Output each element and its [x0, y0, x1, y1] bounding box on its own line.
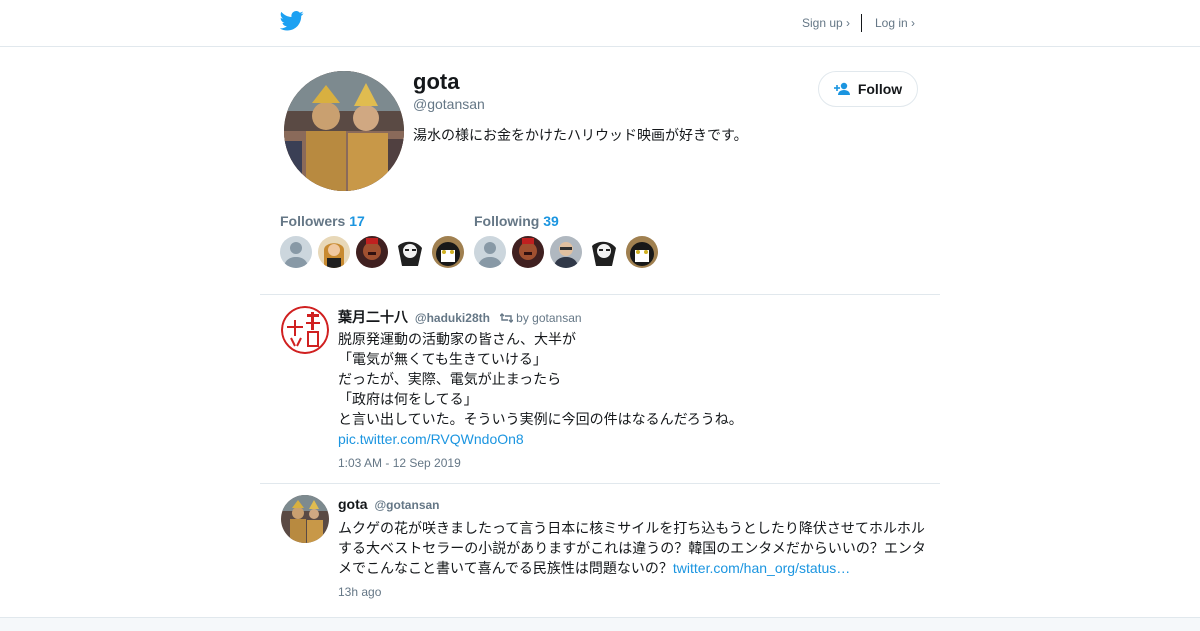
follower-avatar[interactable]	[280, 236, 312, 268]
footer-strip	[0, 617, 1200, 631]
retweet-by-label: by gotansan	[516, 311, 582, 325]
tweet-header: 葉月二十八 @haduki28th by gotansan	[338, 307, 582, 327]
tweet-line: 「政府は何をしてる」	[338, 391, 478, 407]
tweet-line: する大ベストセラーの小説がありますがこれは違うの？韓国のエンタメだからいいの？エ…	[338, 540, 926, 556]
tweet-status-link[interactable]: twitter.com/han_org/status…	[673, 560, 850, 576]
follow-button[interactable]: Follow	[818, 71, 918, 107]
tweet-line: ムクゲの花が咲きましたって言う日本に核ミサイルを打ち込もうとしたり降伏させてホル…	[338, 520, 925, 536]
tweet-author-name[interactable]: 葉月二十八	[338, 309, 408, 325]
tweet-author-name[interactable]: gota	[338, 496, 368, 512]
top-bar: Sign up › Log in ›	[0, 0, 1200, 47]
retweet-indicator: by gotansan	[499, 311, 582, 325]
tweet-timestamp[interactable]: 1:03 AM - 12 Sep 2019	[338, 456, 461, 470]
profile-name: gota	[413, 69, 460, 94]
sign-up-link[interactable]: Sign up ›	[802, 16, 850, 30]
add-user-icon	[833, 82, 850, 95]
follower-avatar[interactable]	[432, 236, 464, 268]
followers-stat[interactable]: Followers 17	[280, 213, 365, 229]
tweet-line: メでこんなこと書いて喜んでる民族性は問題ないの？twitter.com/han_…	[338, 558, 926, 578]
tweet-media-link[interactable]: pic.twitter.com/RVQWndoOn8	[338, 429, 743, 449]
tweet-line: 「電気が無くても生きていける」	[338, 351, 547, 367]
tweet-line: 脱原発運動の活動家の皆さん、大半が	[338, 331, 576, 347]
following-stat[interactable]: Following 39	[474, 213, 559, 229]
tweet-text: ムクゲの花が咲きましたって言う日本に核ミサイルを打ち込もうとしたり降伏させてホル…	[338, 518, 926, 578]
tweet-line-text: メでこんなこと書いて喜んでる民族性は問題ないの？	[338, 560, 673, 576]
nav-divider	[861, 14, 862, 32]
tweet-avatar[interactable]	[281, 306, 329, 354]
following-avatar[interactable]	[626, 236, 658, 268]
following-avatar[interactable]	[550, 236, 582, 268]
follower-avatar[interactable]	[356, 236, 388, 268]
follow-label: Follow	[857, 81, 903, 97]
twitter-bird-icon[interactable]	[280, 11, 304, 31]
section-divider	[260, 294, 940, 295]
tweet-header: gota @gotansan	[338, 496, 440, 512]
following-label: Following	[474, 213, 540, 229]
following-count: 39	[543, 213, 559, 229]
tweet-text: 脱原発運動の活動家の皆さん、大半が 「電気が無くても生きていける」 だったが、実…	[338, 329, 743, 449]
profile-handle: @gotansan	[413, 96, 485, 112]
follower-avatar[interactable]	[318, 236, 350, 268]
profile-avatar[interactable]	[284, 71, 404, 191]
follower-avatar[interactable]	[394, 236, 426, 268]
profile-bio: 湯水の様にお金をかけたハリウッド映画が好きです。	[413, 127, 748, 143]
tweet-avatar[interactable]	[281, 495, 329, 543]
tweet-line: だったが、実際、電気が止まったら	[338, 371, 562, 387]
tweet-author-handle[interactable]: @haduki28th	[415, 311, 490, 325]
tweet-line: と言い出していた。そういう実例に今回の件はなるんだろうね。	[338, 411, 743, 427]
retweet-icon	[499, 313, 514, 323]
log-in-link[interactable]: Log in ›	[875, 16, 915, 30]
following-avatar[interactable]	[512, 236, 544, 268]
followers-label: Followers	[280, 213, 346, 229]
tweet-timestamp[interactable]: 13h ago	[338, 585, 381, 599]
tweet-author-handle[interactable]: @gotansan	[374, 498, 439, 512]
followers-count: 17	[349, 213, 365, 229]
following-avatar[interactable]	[588, 236, 620, 268]
following-avatar[interactable]	[474, 236, 506, 268]
tweet-divider	[260, 483, 940, 484]
